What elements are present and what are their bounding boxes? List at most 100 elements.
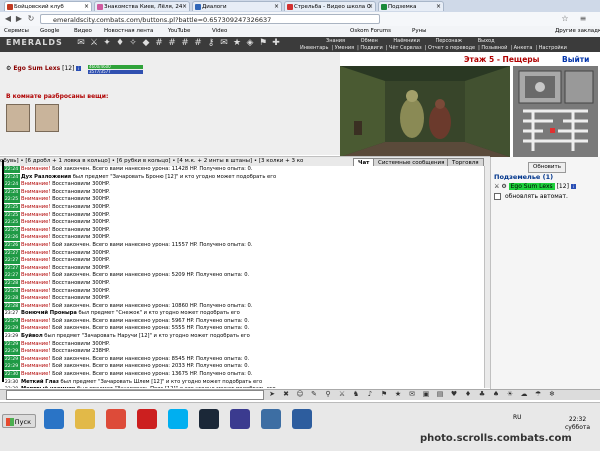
menu-icon[interactable]: ≡ bbox=[578, 14, 588, 24]
umbrella-icon[interactable]: ☂ bbox=[534, 390, 542, 398]
room-item-scroll[interactable] bbox=[35, 104, 59, 132]
menu-character[interactable]: Персонаж bbox=[435, 38, 462, 44]
chat-timestamp[interactable]: 22:26 bbox=[3, 226, 20, 234]
chat-timestamp[interactable]: 22:29 bbox=[3, 340, 20, 348]
grid-icon[interactable]: # bbox=[180, 38, 190, 49]
diamond-icon[interactable]: ♦ bbox=[464, 390, 472, 398]
menu-knowledge[interactable]: Знания bbox=[326, 38, 345, 44]
chat-timestamp[interactable]: 22:24 bbox=[3, 181, 20, 189]
tray-clock[interactable]: 22:32 суббота bbox=[565, 416, 590, 432]
chat-timestamp[interactable]: 23:30 bbox=[3, 386, 20, 388]
chat-monster-name[interactable]: Меткий Глаз bbox=[21, 379, 59, 385]
bookmark-news[interactable]: Новостная лента bbox=[104, 26, 153, 37]
scroll-icon[interactable]: ✉ bbox=[76, 38, 86, 49]
chat-timestamp[interactable]: 22:29 bbox=[3, 355, 20, 363]
chat-timestamp[interactable]: 22:28 bbox=[3, 295, 20, 303]
browser-tab[interactable]: Подземка × bbox=[378, 1, 444, 11]
chat-monster-name[interactable]: Дух Разложения bbox=[21, 174, 71, 180]
chat-timestamp[interactable]: 22:28 bbox=[3, 302, 20, 310]
send-icon[interactable]: ➤ bbox=[268, 390, 276, 398]
chat-timestamp[interactable]: 23:30 bbox=[3, 378, 20, 386]
heart-icon[interactable]: ♥ bbox=[450, 390, 458, 398]
gem-icon[interactable]: ◈ bbox=[245, 38, 255, 49]
chat-timestamp[interactable]: 22:30 bbox=[3, 371, 20, 379]
sun-icon[interactable]: ☀ bbox=[506, 390, 514, 398]
browser-tab[interactable]: Стрельба - Видео школа С × bbox=[284, 1, 376, 11]
chat-timestamp[interactable]: 22:27 bbox=[3, 264, 20, 272]
key-icon[interactable]: ⚷ bbox=[206, 38, 216, 49]
close-icon[interactable]: × bbox=[368, 2, 373, 11]
chat-timestamp[interactable]: 22:27 bbox=[3, 257, 20, 265]
smile-icon[interactable]: ☺ bbox=[296, 390, 304, 398]
chat-timestamp[interactable]: 22:25 bbox=[3, 203, 20, 211]
chrome-icon[interactable] bbox=[106, 409, 126, 429]
flag-icon[interactable]: ⚑ bbox=[258, 38, 268, 49]
clear-icon[interactable]: ✖ bbox=[282, 390, 290, 398]
bookmark-google[interactable]: Google bbox=[40, 26, 59, 37]
display-icon[interactable] bbox=[292, 409, 312, 429]
menu-inventory[interactable]: Инвентарь bbox=[300, 45, 328, 51]
browser-tab[interactable]: Знакомства Киев, Лёля, 24 × bbox=[94, 1, 190, 11]
steam-icon[interactable] bbox=[199, 409, 219, 429]
cross-icon[interactable]: ✚ bbox=[271, 38, 281, 49]
chat-timestamp[interactable]: 22:24 bbox=[3, 173, 20, 181]
browser-tab[interactable]: Диалоги × bbox=[192, 1, 282, 11]
shield-icon[interactable]: ◆ bbox=[141, 38, 151, 49]
spade-icon[interactable]: ♠ bbox=[492, 390, 500, 398]
chat-timestamp[interactable]: 22:27 bbox=[3, 249, 20, 257]
bookmark-other[interactable]: Другие закладки bbox=[555, 26, 600, 37]
sword-icon[interactable]: ⚔ bbox=[89, 38, 99, 49]
shield-icon[interactable] bbox=[261, 409, 281, 429]
chat-timestamp[interactable]: 22:29 bbox=[3, 317, 20, 325]
sword-icon[interactable]: ⚔ bbox=[338, 390, 346, 398]
party-member[interactable]: ⚔ ⚙ Ego Sum Lexs [12] i bbox=[494, 183, 576, 190]
bookmark-video2[interactable]: Video bbox=[212, 26, 227, 37]
minimap[interactable] bbox=[513, 66, 598, 157]
book-icon[interactable]: ▤ bbox=[436, 390, 444, 398]
mail-icon[interactable]: ✉ bbox=[408, 390, 416, 398]
star-icon[interactable]: ★ bbox=[394, 390, 402, 398]
flag-icon[interactable]: ⚑ bbox=[380, 390, 388, 398]
chat-timestamp[interactable]: 22:24 bbox=[3, 166, 20, 173]
auto-refresh-option[interactable]: обновлять автомат. bbox=[494, 193, 568, 200]
gear-icon[interactable]: ⚙ bbox=[6, 65, 11, 72]
chat-timestamp[interactable]: 23:29 bbox=[3, 333, 20, 341]
club-icon[interactable]: ♣ bbox=[478, 390, 486, 398]
chat-timestamp[interactable]: 22:29 bbox=[3, 363, 20, 371]
bookmark-runes[interactable]: Руны bbox=[412, 26, 427, 37]
menu-callsign[interactable]: Позывной bbox=[481, 45, 507, 51]
menu-transfer-report[interactable]: Отчет о переводе bbox=[428, 45, 475, 51]
bookmark-apps[interactable]: Сервисы bbox=[4, 26, 29, 37]
chat-monster-name[interactable]: Буйвол bbox=[21, 333, 43, 339]
potion-icon[interactable]: ♦ bbox=[115, 38, 125, 49]
refresh-button[interactable]: Обновить bbox=[528, 162, 566, 173]
folder-icon[interactable] bbox=[75, 409, 95, 429]
forward-icon[interactable]: ▶ bbox=[14, 14, 24, 24]
player-name[interactable]: Ego Sum Lexs bbox=[13, 65, 60, 72]
fire-icon[interactable]: ✦ bbox=[102, 38, 112, 49]
chat-timestamp[interactable]: 22:25 bbox=[3, 211, 20, 219]
lock-icon[interactable]: ▣ bbox=[422, 390, 430, 398]
rune-icon[interactable]: ✧ bbox=[128, 38, 138, 49]
menu-servlaz[interactable]: Чёт Сервлаз bbox=[389, 45, 422, 51]
auto-refresh-checkbox[interactable] bbox=[494, 193, 501, 200]
chat-timestamp[interactable]: 22:26 bbox=[3, 234, 20, 242]
tray-language[interactable]: RU bbox=[513, 414, 522, 421]
person-icon[interactable]: ♞ bbox=[352, 390, 360, 398]
party-member-name[interactable]: Ego Sum Lexs bbox=[508, 183, 555, 190]
back-icon[interactable]: ◀ bbox=[3, 14, 13, 24]
star-icon[interactable]: ☆ bbox=[560, 14, 570, 24]
chat-timestamp[interactable]: 22:29 bbox=[3, 348, 20, 356]
menu-mercenaries[interactable]: Наёмники bbox=[393, 38, 419, 44]
chat-timestamp[interactable]: 22:26 bbox=[3, 241, 20, 249]
grid-icon[interactable]: # bbox=[193, 38, 203, 49]
media-icon[interactable] bbox=[230, 409, 250, 429]
filter-icon[interactable]: ⚲ bbox=[324, 390, 332, 398]
info-icon[interactable]: i bbox=[570, 184, 576, 189]
chat-log[interactable]: 22:24 Внимание! Бой закончен. Всего вами … bbox=[0, 166, 484, 388]
grid-icon[interactable]: # bbox=[154, 38, 164, 49]
close-icon[interactable]: × bbox=[274, 2, 279, 11]
star-icon[interactable]: ★ bbox=[232, 38, 242, 49]
skype-icon[interactable] bbox=[168, 409, 188, 429]
close-icon[interactable]: × bbox=[182, 2, 187, 11]
